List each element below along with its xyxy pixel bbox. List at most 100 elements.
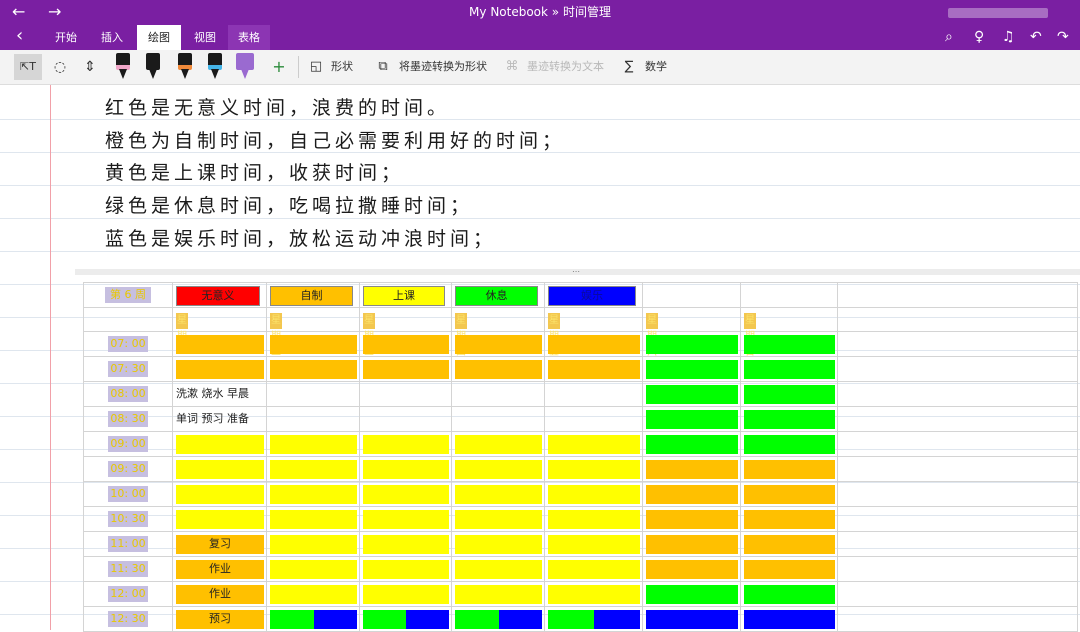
rest-block[interactable] <box>646 385 738 404</box>
rest-block[interactable] <box>363 610 406 629</box>
lasso-tool-icon[interactable]: ◌ <box>50 54 70 80</box>
self-control-block[interactable]: 作业 <box>176 560 264 579</box>
pen-black-icon[interactable] <box>146 53 160 81</box>
class-block[interactable] <box>363 460 449 479</box>
self-control-block[interactable] <box>646 485 738 504</box>
table-cell[interactable] <box>838 332 1078 357</box>
class-block[interactable] <box>548 510 640 529</box>
pen-pink-icon[interactable] <box>116 53 130 81</box>
class-block[interactable] <box>455 560 542 579</box>
self-control-block[interactable] <box>176 335 264 354</box>
self-control-block[interactable] <box>744 560 835 579</box>
class-block[interactable] <box>363 510 449 529</box>
tab-home[interactable]: 开始 <box>47 25 85 50</box>
self-control-block[interactable] <box>455 360 542 379</box>
rest-block[interactable] <box>744 335 835 354</box>
self-control-block[interactable] <box>548 360 640 379</box>
class-block[interactable] <box>548 460 640 479</box>
table-cell[interactable] <box>545 407 643 432</box>
entertainment-block[interactable] <box>594 610 640 629</box>
add-pen-icon[interactable]: + <box>270 54 288 80</box>
handwritten-note-line[interactable]: 绿色是休息时间，吃喝拉撒睡时间； <box>105 194 473 218</box>
undo-icon[interactable]: ↶ <box>1030 29 1042 46</box>
class-block[interactable] <box>548 535 640 554</box>
rest-block[interactable] <box>744 360 835 379</box>
self-control-block[interactable] <box>744 510 835 529</box>
self-control-block[interactable]: 预习 <box>176 610 264 629</box>
handwritten-note-line[interactable]: 黄色是上课时间，收获时间； <box>105 161 404 185</box>
rest-block[interactable] <box>646 435 738 454</box>
entertainment-block[interactable] <box>646 610 738 629</box>
entertainment-block[interactable] <box>314 610 357 629</box>
table-cell[interactable] <box>83 308 173 332</box>
rest-block[interactable] <box>744 410 835 429</box>
rest-block[interactable] <box>270 610 314 629</box>
cell-text[interactable]: 洗漱 烧水 早晨 <box>176 385 249 403</box>
class-block[interactable] <box>548 485 640 504</box>
table-cell[interactable] <box>838 457 1078 482</box>
class-block[interactable] <box>548 435 640 454</box>
entertainment-block[interactable] <box>406 610 449 629</box>
math-button[interactable]: 数学 <box>645 54 667 80</box>
table-cell[interactable] <box>838 607 1078 632</box>
class-block[interactable] <box>270 560 357 579</box>
class-block[interactable] <box>363 560 449 579</box>
ink-to-text-icon[interactable]: ⌘ <box>503 54 521 80</box>
table-cell[interactable] <box>643 282 741 308</box>
self-control-block[interactable] <box>744 485 835 504</box>
chevron-left-icon[interactable]: ‹ <box>16 27 23 45</box>
account-name-blurred[interactable] <box>948 8 1048 18</box>
table-cell[interactable] <box>452 407 545 432</box>
table-cell[interactable] <box>838 308 1078 332</box>
class-block[interactable] <box>270 435 357 454</box>
ink-to-text-button[interactable]: 墨迹转换为文本 <box>527 54 604 80</box>
table-cell[interactable] <box>838 507 1078 532</box>
lightbulb-icon[interactable]: ♀ <box>974 29 984 46</box>
class-block[interactable] <box>363 485 449 504</box>
table-cell[interactable] <box>741 282 838 308</box>
table-cell[interactable] <box>838 382 1078 407</box>
class-block[interactable] <box>176 485 264 504</box>
ink-to-shape-icon[interactable]: ⧉ <box>374 54 392 80</box>
ink-to-shape-button[interactable]: 将墨迹转换为形状 <box>399 54 487 80</box>
class-block[interactable] <box>548 585 640 604</box>
class-block[interactable] <box>270 585 357 604</box>
insert-space-icon[interactable]: ⇕ <box>80 54 100 80</box>
table-cell[interactable] <box>360 407 452 432</box>
table-cell[interactable] <box>838 557 1078 582</box>
search-icon[interactable]: ⌕ <box>945 29 953 46</box>
self-control-block[interactable] <box>646 535 738 554</box>
table-cell[interactable] <box>838 582 1078 607</box>
table-cell[interactable] <box>838 282 1078 308</box>
tab-table[interactable]: 表格 <box>228 25 270 50</box>
math-icon[interactable]: ∑ <box>620 54 638 80</box>
table-cell[interactable] <box>838 407 1078 432</box>
class-block[interactable] <box>455 435 542 454</box>
handwritten-note-line[interactable]: 橙色为自制时间，自己必需要利用好的时间； <box>105 129 565 153</box>
self-control-block[interactable] <box>270 360 357 379</box>
bell-icon[interactable]: ♫ <box>1002 29 1015 46</box>
rest-block[interactable] <box>455 610 499 629</box>
rest-block[interactable] <box>744 385 835 404</box>
self-control-block[interactable] <box>646 460 738 479</box>
tab-insert[interactable]: 插入 <box>93 25 131 50</box>
shapes-icon[interactable]: ◱ <box>307 54 325 80</box>
rest-block[interactable] <box>548 610 594 629</box>
class-block[interactable] <box>270 485 357 504</box>
class-block[interactable] <box>363 585 449 604</box>
class-block[interactable] <box>455 585 542 604</box>
table-cell[interactable] <box>360 382 452 407</box>
self-control-block[interactable] <box>363 360 449 379</box>
pen-blue-icon[interactable] <box>208 53 222 81</box>
table-cell[interactable] <box>545 382 643 407</box>
rest-block[interactable] <box>744 585 835 604</box>
rest-block[interactable] <box>646 410 738 429</box>
class-block[interactable] <box>270 510 357 529</box>
self-control-block[interactable] <box>744 535 835 554</box>
handwritten-note-line[interactable]: 红色是无意义时间，浪费的时间。 <box>105 96 450 120</box>
self-control-block[interactable]: 复习 <box>176 535 264 554</box>
self-control-block[interactable] <box>548 335 640 354</box>
shapes-button[interactable]: 形状 <box>331 54 353 80</box>
class-block[interactable] <box>455 535 542 554</box>
table-cell[interactable] <box>838 532 1078 557</box>
